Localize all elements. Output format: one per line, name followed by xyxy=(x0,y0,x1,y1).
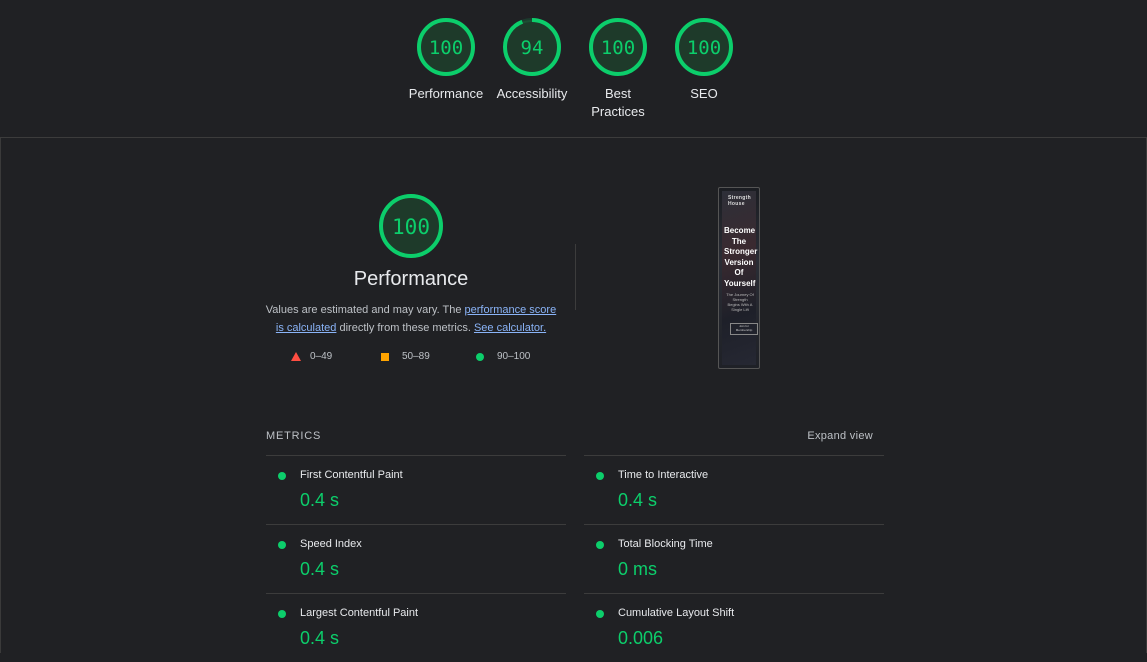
legend-label: 0–49 xyxy=(310,351,333,362)
performance-gauge-large: 100 xyxy=(378,193,444,264)
see-calculator-link[interactable]: See calculator. xyxy=(474,322,546,334)
screenshot-subtext: The Journey Of Strength Begins With A Si… xyxy=(726,292,754,312)
legend-average: 50–89 xyxy=(381,351,430,362)
metric-title: Cumulative Layout Shift xyxy=(618,607,735,619)
score-header: 100 Performance 94 Accessibility 100 Bes… xyxy=(0,0,1147,138)
screenshot-brand: Strength House xyxy=(728,195,751,207)
metric-value: 0.4 s xyxy=(300,628,340,648)
pass-dot-icon xyxy=(596,610,604,618)
gauge-label: Best Practices xyxy=(591,86,645,119)
performance-title: Performance xyxy=(353,268,469,290)
pass-dot-icon xyxy=(596,541,604,549)
metric-value: 0.4 s xyxy=(300,490,340,510)
pass-dot-icon xyxy=(278,472,286,480)
circle-icon xyxy=(476,352,484,361)
gauge-label: Accessibility xyxy=(496,86,568,101)
metric-cls: Cumulative Layout Shift 0.006 xyxy=(584,593,884,662)
pass-dot-icon xyxy=(278,541,286,549)
gauge-ring: 100 xyxy=(675,18,733,76)
gauge-score: 100 xyxy=(687,37,721,59)
gauge-score: 100 xyxy=(429,37,463,59)
metric-fcp: First Contentful Paint 0.4 s xyxy=(266,455,566,524)
metric-title: First Contentful Paint xyxy=(300,469,403,481)
metric-value: 0 ms xyxy=(618,559,658,579)
legend-fail: 0–49 xyxy=(291,351,332,362)
gauge-label: SEO xyxy=(690,86,718,101)
screenshot-button: Join for Membership xyxy=(730,323,758,335)
desc-text: directly from these metrics. xyxy=(336,322,474,334)
metric-tbt: Total Blocking Time 0 ms xyxy=(584,524,884,593)
legend-label: 50–89 xyxy=(402,351,430,362)
gauge-score: 100 xyxy=(601,37,635,59)
square-icon xyxy=(381,352,389,361)
metric-title: Total Blocking Time xyxy=(618,538,713,550)
metric-value: 0.006 xyxy=(618,628,664,648)
gauge-seo[interactable]: 100 SEO xyxy=(659,17,749,103)
desc-text: Values are estimated and may vary. The xyxy=(265,304,465,316)
gauge-accessibility[interactable]: 94 Accessibility xyxy=(487,17,577,103)
metrics-header: METRICS xyxy=(266,430,322,442)
gauge-ring: 94 xyxy=(503,18,561,76)
expand-view-toggle[interactable]: Expand view xyxy=(807,430,873,442)
gauge-score: 94 xyxy=(521,37,544,59)
gauge-performance[interactable]: 100 Performance xyxy=(401,17,491,103)
gauge-best-practices[interactable]: 100 Best Practices xyxy=(573,17,663,121)
pass-dot-icon xyxy=(596,472,604,480)
gauge-ring: 100 xyxy=(589,18,647,76)
pass-dot-icon xyxy=(278,610,286,618)
screenshot-headline: Become The Stronger Version Of Yourself xyxy=(724,226,758,288)
final-screenshot-thumbnail[interactable]: Strength House Become The Stronger Versi… xyxy=(718,187,760,369)
legend-label: 90–100 xyxy=(497,351,531,362)
gauge-ring: 100 xyxy=(379,194,443,258)
gauge-score: 100 xyxy=(392,215,430,239)
metric-title: Speed Index xyxy=(300,538,362,550)
vertical-divider xyxy=(575,244,576,310)
metric-title: Time to Interactive xyxy=(618,469,709,481)
legend-pass: 90–100 xyxy=(476,351,530,362)
gauge-label: Performance xyxy=(408,86,484,101)
metric-lcp: Largest Contentful Paint 0.4 s xyxy=(266,593,566,662)
metric-title: Largest Contentful Paint xyxy=(300,607,419,619)
metric-tti: Time to Interactive 0.4 s xyxy=(584,455,884,524)
performance-description: Values are estimated and may vary. The p… xyxy=(262,301,560,337)
triangle-icon xyxy=(291,352,301,361)
metric-value: 0.4 s xyxy=(618,490,658,510)
gauge-ring: 100 xyxy=(417,18,475,76)
screenshot-content: Strength House Become The Stronger Versi… xyxy=(722,191,758,365)
metric-speed-index: Speed Index 0.4 s xyxy=(266,524,566,593)
metric-value: 0.4 s xyxy=(300,559,340,579)
